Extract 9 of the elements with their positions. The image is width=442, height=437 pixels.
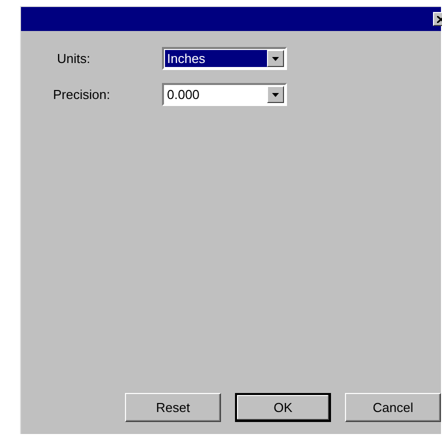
dialog-button[interactable]: OK	[235, 393, 331, 422]
dialog-button[interactable]: Reset	[125, 393, 221, 422]
dropdown-value: 0.000	[166, 86, 201, 103]
field-label: Units:	[56, 51, 92, 66]
dropdown-value: Inches	[165, 50, 267, 67]
dropdown-field[interactable]: Inches	[162, 47, 287, 70]
field-label: Precision:	[53, 87, 112, 102]
dropdown-field[interactable]: 0.000	[162, 83, 287, 106]
dialog-button[interactable]: Cancel	[345, 393, 441, 422]
